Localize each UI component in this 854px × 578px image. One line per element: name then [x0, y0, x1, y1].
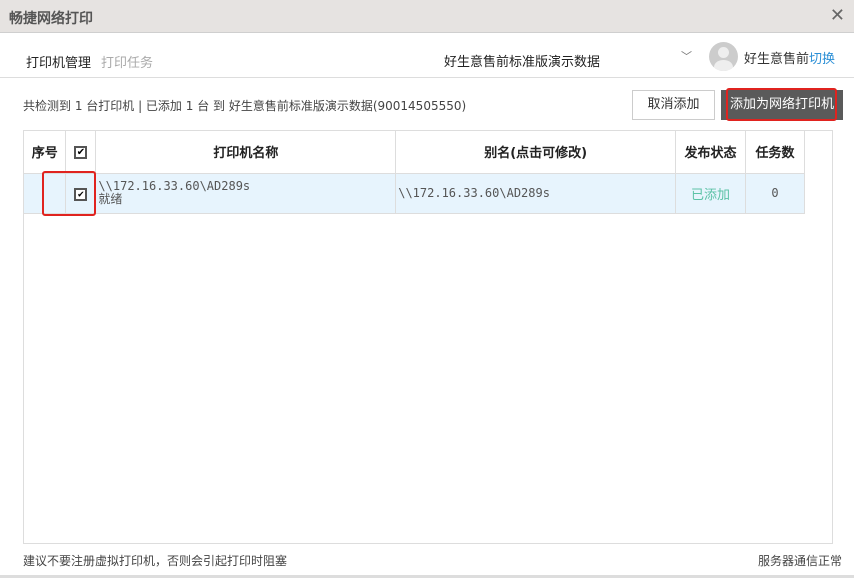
chevron-down-icon[interactable]: ﹀ — [681, 48, 692, 64]
printer-table: 序号 ✔ 打印机名称 别名(点击可修改) 发布状态 任务数 ✔ \\172.16… — [24, 131, 805, 214]
title-bar: 畅捷网络打印 ✕ — [0, 0, 854, 33]
table-header: 序号 ✔ 打印机名称 别名(点击可修改) 发布状态 任务数 — [24, 131, 805, 174]
printer-name: \\172.16.33.60\AD289s — [98, 179, 251, 193]
col-select: ✔ — [65, 131, 97, 174]
account-selector[interactable]: 好生意售前标准版演示数据 — [444, 51, 600, 70]
col-alias: 别名(点击可修改) — [395, 131, 677, 174]
switch-link[interactable]: 切换 — [809, 48, 835, 67]
printer-name-cell: \\172.16.33.60\AD289s 就绪 — [95, 173, 397, 214]
printer-alias[interactable]: \\172.16.33.60\AD289s — [395, 173, 677, 214]
col-status: 发布状态 — [675, 131, 746, 174]
footer-hint: 建议不要注册虚拟打印机，否则会引起打印时阻塞 — [23, 554, 288, 568]
add-network-printer-button[interactable]: 添加为网络打印机 — [721, 90, 843, 120]
col-name: 打印机名称 — [95, 131, 397, 174]
row-select: ✔ — [65, 173, 97, 214]
select-all-checkbox[interactable]: ✔ — [74, 146, 88, 160]
top-nav: 打印机管理 打印任务 好生意售前标准版演示数据 ﹀ 好生意售前 切换 — [0, 33, 854, 78]
row-index — [24, 173, 67, 214]
publish-status: 已添加 — [675, 173, 746, 214]
detection-summary: 共检测到 1 台打印机 | 已添加 1 台 到 好生意售前标准版演示数据(900… — [23, 99, 467, 113]
close-icon[interactable]: ✕ — [830, 5, 845, 26]
printer-table-container: 序号 ✔ 打印机名称 别名(点击可修改) 发布状态 任务数 ✔ \\172.16… — [23, 130, 833, 544]
cancel-add-button[interactable]: 取消添加 — [632, 90, 715, 120]
server-status: 服务器通信正常 — [757, 554, 842, 568]
avatar — [709, 42, 738, 71]
table-row[interactable]: ✔ \\172.16.33.60\AD289s 就绪 \\172.16.33.6… — [24, 173, 805, 214]
printer-state: 就绪 — [98, 192, 123, 206]
window-title: 畅捷网络打印 — [9, 11, 93, 27]
tab-print-jobs[interactable]: 打印任务 — [101, 52, 153, 71]
task-count: 0 — [745, 173, 805, 214]
col-tasks: 任务数 — [745, 131, 805, 174]
row-checkbox[interactable]: ✔ — [74, 187, 88, 201]
user-name: 好生意售前 — [744, 52, 810, 67]
col-index: 序号 — [24, 131, 67, 174]
tab-printer-management[interactable]: 打印机管理 — [26, 52, 91, 71]
